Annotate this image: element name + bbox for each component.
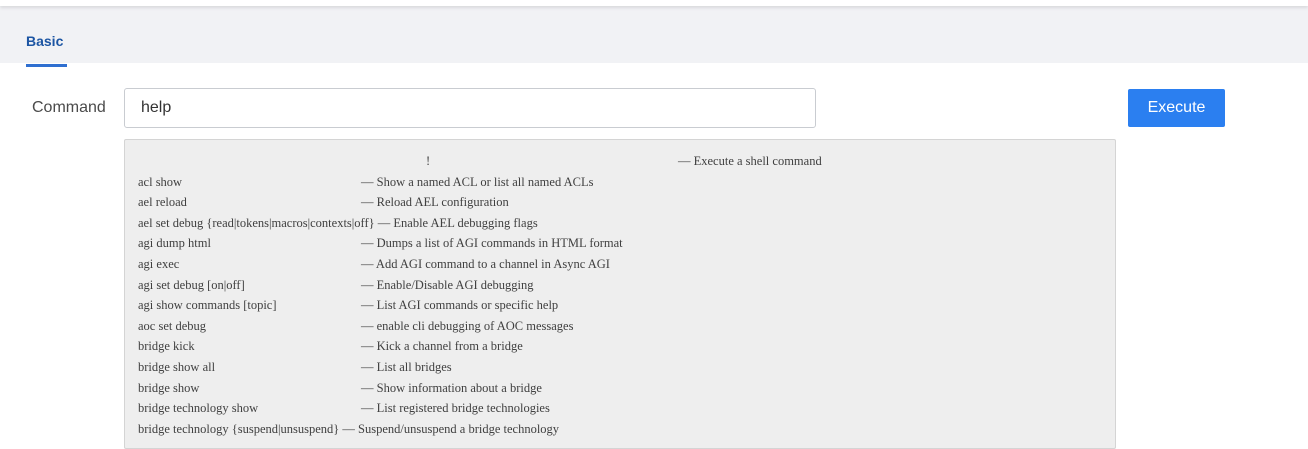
output-description-text: — Enable/Disable AGI debugging xyxy=(361,277,534,292)
output-description-text: — Reload AEL configuration xyxy=(361,195,509,210)
output-line: bridge technology show — List registered … xyxy=(138,398,1115,419)
output-line: bridge kick — Kick a channel from a bridg… xyxy=(138,336,1115,357)
output-description-text: — Kick a channel from a bridge xyxy=(361,339,523,354)
output-description-text: — Dumps a list of AGI commands in HTML f… xyxy=(361,236,623,251)
top-edge xyxy=(0,0,1308,6)
output-line: ! — Execute a shell command xyxy=(138,151,1115,172)
tab-basic[interactable]: Basic xyxy=(26,33,63,49)
output-command-text: acl show xyxy=(138,174,183,189)
output-description-text: — List registered bridge technologies xyxy=(361,401,550,416)
output-line: agi dump html — Dumps a list of AGI comma… xyxy=(138,233,1115,254)
output-line: acl show — Show a named ACL or list all n… xyxy=(138,172,1115,193)
output-line: bridge technology {suspend|unsuspend} — … xyxy=(138,419,1115,440)
output-command-text: bridge show xyxy=(138,380,200,395)
output-command-text: bridge technology show xyxy=(138,401,259,416)
output-line: bridge show — Show information about a br… xyxy=(138,378,1115,399)
output-line: aoc set debug — enable cli debugging of A… xyxy=(138,316,1115,337)
output-description-text: — Enable AEL debugging flags xyxy=(377,215,538,230)
output-description-text: — Suspend/unsuspend a bridge technology xyxy=(342,421,560,436)
output-command-text: bridge technology {suspend|unsuspend} xyxy=(138,421,340,436)
command-output[interactable]: ! — Execute a shell command acl show — Show… xyxy=(124,139,1116,449)
output-line: agi show commands [topic] — List AGI comm… xyxy=(138,295,1115,316)
output-description-text: — enable cli debugging of AOC messages xyxy=(361,318,574,333)
output-command-text: ! xyxy=(426,154,431,168)
output-description-text: — Execute a shell command xyxy=(678,154,822,168)
output-command-text: agi show commands [topic] xyxy=(138,298,277,313)
output-command-text: agi set debug [on|off] xyxy=(138,277,245,292)
execute-button[interactable]: Execute xyxy=(1128,89,1225,127)
output-command-text: ael reload xyxy=(138,195,187,210)
output-description-text: — List AGI commands or specific help xyxy=(361,298,559,313)
output-description-text: — Add AGI command to a channel in Async … xyxy=(361,256,610,271)
output-command-text: agi dump html xyxy=(138,236,211,251)
output-command-text: ael set debug {read|tokens|macros|contex… xyxy=(138,215,375,230)
output-description-text: — List all bridges xyxy=(361,359,452,374)
output-line: ael set debug {read|tokens|macros|contex… xyxy=(138,213,1115,234)
active-tab-indicator xyxy=(26,64,67,67)
tab-bar: Basic xyxy=(0,6,1308,67)
output-command-text: agi exec xyxy=(138,256,180,271)
output-line: bridge show all — List all bridges xyxy=(138,357,1115,378)
output-command-text: bridge show all xyxy=(138,359,216,374)
output-description-text: — Show a named ACL or list all named ACL… xyxy=(361,174,594,189)
command-input[interactable] xyxy=(124,88,816,128)
output-line: ael reload — Reload AEL configuration xyxy=(138,192,1115,213)
command-label: Command xyxy=(32,99,106,116)
output-command-text: aoc set debug xyxy=(138,318,207,333)
output-line: agi set debug [on|off] — Enable/Disable A… xyxy=(138,275,1115,296)
output-command-text: bridge kick xyxy=(138,339,195,354)
output-description-text: — Show information about a bridge xyxy=(361,380,542,395)
output-line: agi exec — Add AGI command to a channel i… xyxy=(138,254,1115,275)
